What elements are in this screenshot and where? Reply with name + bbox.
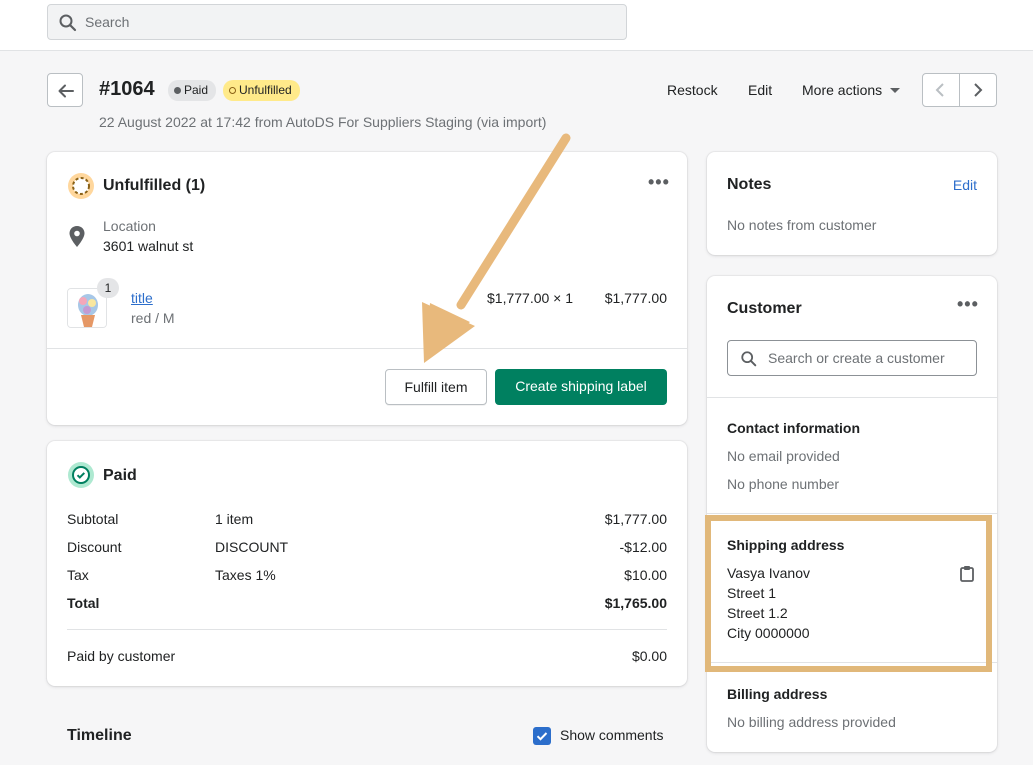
order-number: #1064 — [99, 78, 155, 100]
discount-amount: -$12.00 — [619, 539, 667, 555]
next-order-button[interactable] — [959, 73, 997, 107]
previous-order-button[interactable] — [922, 73, 960, 107]
total-label: Total — [67, 595, 100, 611]
payment-card: Paid Subtotal 1 item $1,777.00 Discount … — [47, 441, 687, 686]
fulfillment-title: Unfulfilled (1) — [103, 177, 206, 194]
paid-by-label: Paid by customer — [67, 648, 176, 664]
order-subtitle: 22 August 2022 at 17:42 from AutoDS For … — [99, 114, 547, 130]
top-bar: Search — [0, 0, 1033, 51]
product-variant: red / M — [131, 310, 175, 326]
fulfillment-card: Unfulfilled (1) ••• Location 3601 walnut… — [47, 152, 687, 425]
location-value: 3601 walnut st — [103, 238, 194, 254]
item-quantity-badge: 1 — [97, 278, 119, 298]
search-icon — [59, 14, 77, 32]
notes-card: Notes Edit No notes from customer — [707, 152, 997, 255]
customer-search-input[interactable]: Search or create a customer — [727, 340, 977, 376]
total-amount: $1,765.00 — [604, 595, 667, 611]
show-comments-label[interactable]: Show comments — [560, 727, 663, 743]
no-phone-text: No phone number — [727, 476, 840, 492]
subtotal-amount: $1,777.00 — [604, 511, 667, 527]
discount-detail: DISCOUNT — [215, 539, 289, 555]
caret-down-icon — [890, 88, 901, 93]
customer-title: Customer — [727, 300, 802, 317]
location-label: Location — [103, 218, 156, 234]
unit-price: $1,777.00 × 1 — [487, 290, 574, 306]
customer-divider-1 — [707, 397, 997, 398]
show-comments-checkbox[interactable] — [533, 727, 551, 745]
billing-empty: No billing address provided — [727, 714, 896, 730]
shipping-address-highlight — [705, 515, 992, 672]
edit-order-button[interactable]: Edit — [748, 82, 772, 98]
customer-more-icon[interactable]: ••• — [957, 294, 979, 315]
paid-check-icon — [68, 462, 94, 488]
subtotal-detail: 1 item — [215, 511, 254, 527]
subtotal-label: Subtotal — [67, 511, 119, 527]
product-title-link[interactable]: title — [131, 290, 153, 306]
badge-ring-icon — [229, 87, 236, 94]
contact-info-title: Contact information — [727, 420, 860, 436]
chevron-left-icon — [935, 83, 944, 97]
chevron-right-icon — [974, 83, 983, 97]
customer-search-placeholder: Search or create a customer — [768, 350, 945, 366]
search-input[interactable]: Search — [47, 4, 627, 40]
no-email-text: No email provided — [727, 448, 840, 464]
payment-title: Paid — [103, 467, 137, 484]
arrow-left-icon — [58, 84, 74, 98]
search-icon — [741, 351, 757, 367]
checkmark-icon — [536, 732, 548, 741]
customer-card: Customer ••• Search or create a customer… — [707, 276, 997, 752]
location-pin-icon — [69, 226, 85, 247]
tax-label: Tax — [67, 567, 89, 583]
fulfillment-divider — [47, 348, 687, 349]
notes-edit-link[interactable]: Edit — [953, 177, 977, 193]
back-button[interactable] — [47, 73, 83, 107]
restock-button[interactable]: Restock — [667, 82, 718, 98]
create-shipping-label-button[interactable]: Create shipping label — [495, 369, 667, 405]
status-badge-unfulfilled: Unfulfilled — [223, 80, 300, 101]
payment-divider — [67, 629, 667, 630]
notes-title: Notes — [727, 176, 772, 193]
paid-by-amount: $0.00 — [631, 648, 667, 664]
notes-empty: No notes from customer — [727, 217, 877, 233]
badge-dot-icon — [174, 87, 181, 94]
search-placeholder: Search — [85, 14, 130, 30]
status-badge-paid: Paid — [168, 80, 217, 101]
customer-divider-2 — [707, 513, 997, 514]
timeline-title: Timeline — [67, 727, 132, 744]
fulfill-item-button[interactable]: Fulfill item — [385, 369, 487, 405]
line-total: $1,777.00 — [604, 290, 667, 306]
tax-detail: Taxes 1% — [215, 567, 276, 583]
billing-address-title: Billing address — [727, 686, 828, 702]
tax-amount: $10.00 — [624, 567, 667, 583]
discount-label: Discount — [67, 539, 122, 555]
unfulfilled-status-icon — [68, 173, 94, 199]
fulfillment-more-icon[interactable]: ••• — [648, 172, 670, 193]
more-actions-button[interactable]: More actions — [802, 82, 901, 98]
